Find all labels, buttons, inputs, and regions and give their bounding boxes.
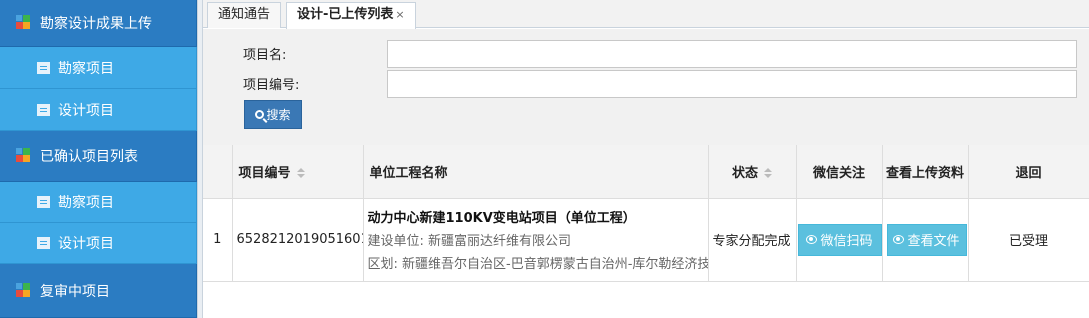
project-name-input[interactable]: [387, 40, 1077, 68]
app: 勘察设计成果上传 勘察项目 设计项目 已确认项目列表 勘察项目 设计项目 复审中…: [0, 0, 1089, 318]
sidebar-group-review[interactable]: 复审中项目: [0, 264, 197, 318]
search-button-label: 搜索: [266, 108, 291, 122]
header-unit-name: 单位工程名称: [363, 145, 709, 199]
sidebar-item-design-projects[interactable]: 设计项目: [0, 89, 197, 131]
tab-label: 通知通告: [218, 7, 271, 22]
sidebar-item-label: 复审中项目: [40, 283, 110, 300]
header-project-number[interactable]: 项目编号: [232, 145, 364, 199]
tab-design-uploaded[interactable]: 设计-已上传列表 ×: [286, 2, 416, 29]
header-label: 查看上传资料: [885, 165, 964, 181]
sidebar-item-label: 勘察项目: [58, 60, 114, 77]
sidebar-item-survey-projects[interactable]: 勘察项目: [0, 47, 197, 89]
row-index: 1: [203, 198, 233, 282]
row-unit-title: 动力中心新建110KV变电站项目（单位工程）: [367, 211, 636, 226]
search-button[interactable]: 搜索: [244, 100, 302, 129]
project-number-label: 项目编号:: [243, 78, 300, 93]
sidebar-item-label: 已确认项目列表: [40, 149, 138, 165]
wechat-scan-label: 微信扫码: [820, 234, 873, 249]
header-label: 状态: [731, 165, 758, 181]
row-project-number: 652821201905160168: [232, 198, 364, 282]
sort-icon[interactable]: [764, 168, 772, 179]
row-return-status: 已受理: [968, 198, 1089, 282]
sort-icon[interactable]: [296, 168, 305, 179]
module-icon: [16, 15, 34, 31]
table-row: 1 652821201905160168 动力中心新建110KV变电站项目（单位…: [203, 198, 1089, 282]
module-icon: [16, 148, 34, 164]
row-unit-info: 动力中心新建110KV变电站项目（单位工程） 建设单位: 新疆富丽达纤维有限公司…: [363, 198, 709, 282]
tab-notices[interactable]: 通知通告: [207, 2, 282, 28]
view-files-label: 查看文件: [907, 234, 960, 249]
search-icon: [255, 110, 265, 119]
header-label: 退回: [1015, 165, 1042, 181]
search-form: 项目名: 项目编号: 搜索: [203, 29, 1089, 145]
tab-label: 设计-已上传列表: [297, 7, 394, 22]
list-icon: [37, 103, 50, 116]
row-wechat-cell: 微信扫码: [796, 198, 883, 282]
sidebar-item-label: 设计项目: [58, 102, 114, 119]
row-unit-region: 区划: 新疆维吾尔自治区-巴音郭楞蒙古自治州-库尔勒经济技术开发区: [367, 257, 708, 272]
sidebar: 勘察设计成果上传 勘察项目 设计项目 已确认项目列表 勘察项目 设计项目 复审中…: [0, 0, 197, 318]
header-status[interactable]: 状态: [708, 145, 797, 199]
sidebar-item-survey-projects-confirmed[interactable]: 勘察项目: [0, 182, 197, 223]
close-icon[interactable]: ×: [395, 8, 404, 21]
wechat-scan-button[interactable]: 微信扫码: [797, 223, 881, 256]
row-unit-company: 建设单位: 新疆富丽达纤维有限公司: [367, 234, 572, 249]
project-name-label: 项目名:: [243, 48, 287, 63]
header-view-uploads: 查看上传资料: [882, 145, 969, 199]
row-view-cell: 查看文件: [882, 198, 969, 282]
sidebar-item-label: 设计项目: [58, 236, 114, 252]
header-index: [203, 145, 233, 199]
header-label: 单位工程名称: [369, 165, 448, 181]
header-label: 微信关注: [812, 165, 865, 181]
header-label: 项目编号: [238, 165, 291, 181]
list-icon: [37, 196, 50, 208]
sidebar-item-design-projects-confirmed[interactable]: 设计项目: [0, 223, 197, 264]
sidebar-group-confirmed[interactable]: 已确认项目列表: [0, 131, 197, 182]
sidebar-item-label: 勘察项目: [58, 195, 114, 211]
sidebar-group-upload[interactable]: 勘察设计成果上传: [0, 0, 197, 47]
project-number-input[interactable]: [387, 70, 1077, 98]
list-icon: [37, 61, 50, 74]
list-icon: [37, 237, 50, 249]
results-table: 项目编号 单位工程名称 状态 微信关注 查看上传资料 退回 1 65282120…: [203, 145, 1089, 318]
sidebar-item-label: 勘察设计成果上传: [40, 16, 152, 32]
table-header-row: 项目编号 单位工程名称 状态 微信关注 查看上传资料 退回: [203, 145, 1089, 199]
eye-icon: [806, 235, 818, 244]
header-return: 退回: [968, 145, 1089, 199]
module-icon: [16, 282, 34, 299]
view-files-button[interactable]: 查看文件: [886, 223, 967, 256]
row-status: 专家分配完成: [708, 198, 797, 282]
tab-bar: 通知通告 设计-已上传列表 ×: [203, 0, 1089, 29]
header-wechat: 微信关注: [796, 145, 883, 199]
eye-icon: [893, 235, 905, 244]
